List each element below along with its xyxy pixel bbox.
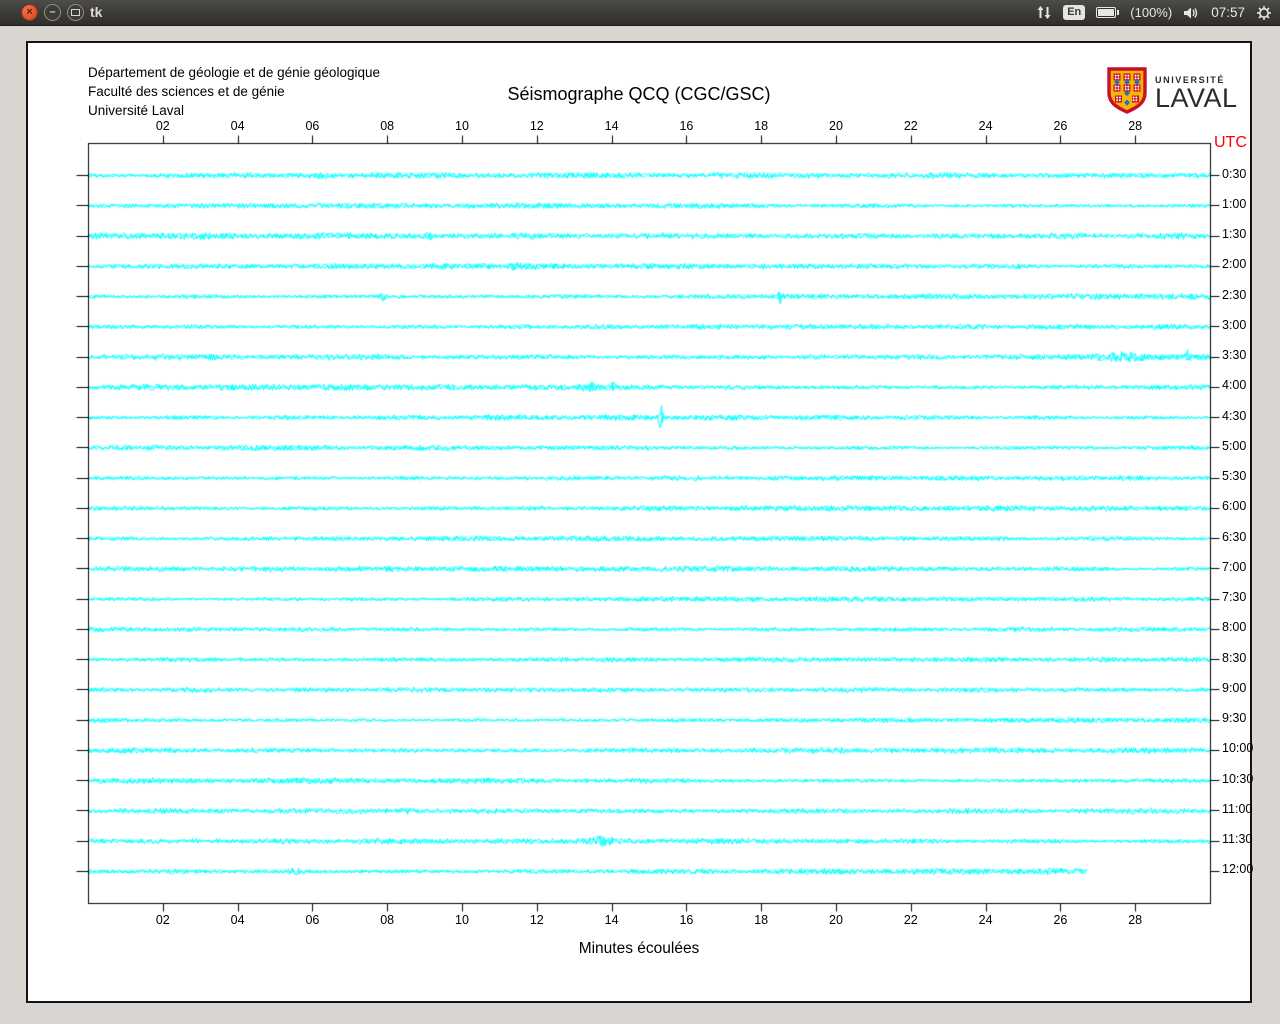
utc-row-label-4:00: 4:00	[1222, 378, 1246, 392]
universite-laval-logo: UNIVERSITÉ LAVAL	[1106, 67, 1238, 119]
window-title: tk	[90, 4, 102, 20]
x-tick-label-top-24: 24	[979, 119, 993, 133]
desktop: { "desktop": { "panel": { "title": "tk",…	[0, 0, 1280, 1024]
laval-shield-icon	[1106, 67, 1148, 119]
network-updown-icon[interactable]	[1036, 5, 1052, 20]
utc-row-label-6:00: 6:00	[1222, 499, 1246, 513]
volume-icon[interactable]	[1183, 6, 1200, 20]
x-tick-label-bottom-04: 04	[231, 913, 245, 927]
x-tick-label-bottom-22: 22	[904, 913, 918, 927]
x-tick-label-bottom-06: 06	[305, 913, 319, 927]
seismograph-window: Département de géologie et de génie géol…	[28, 43, 1250, 1001]
utc-row-label-2:00: 2:00	[1222, 257, 1246, 271]
x-tick-label-bottom-10: 10	[455, 913, 469, 927]
window-minimize-button[interactable]: –	[44, 4, 61, 21]
utc-row-label-7:00: 7:00	[1222, 560, 1246, 574]
window-maximize-button[interactable]	[67, 4, 84, 21]
session-gear-icon[interactable]	[1256, 5, 1272, 21]
plot-title: Séismographe QCQ (CGC/GSC)	[28, 84, 1250, 105]
utc-row-label-3:00: 3:00	[1222, 318, 1246, 332]
x-tick-label-bottom-20: 20	[829, 913, 843, 927]
laval-logo-text: UNIVERSITÉ LAVAL	[1155, 75, 1238, 111]
x-tick-label-bottom-28: 28	[1128, 913, 1142, 927]
system-tray: En (100%) 07:57	[1036, 0, 1272, 25]
x-axis-title: Minutes écoulées	[28, 940, 1250, 958]
utc-row-label-1:00: 1:00	[1222, 197, 1246, 211]
utc-row-label-0:30: 0:30	[1222, 167, 1246, 181]
x-tick-label-bottom-24: 24	[979, 913, 993, 927]
x-tick-label-top-12: 12	[530, 119, 544, 133]
utc-row-label-8:30: 8:30	[1222, 651, 1246, 665]
utc-row-label-9:30: 9:30	[1222, 711, 1246, 725]
x-tick-label-top-26: 26	[1053, 119, 1067, 133]
x-tick-label-bottom-18: 18	[754, 913, 768, 927]
clock-label[interactable]: 07:57	[1211, 5, 1245, 20]
x-tick-label-top-08: 08	[380, 119, 394, 133]
logo-laval-label: LAVAL	[1155, 85, 1238, 111]
x-tick-label-bottom-14: 14	[605, 913, 619, 927]
x-tick-label-bottom-02: 02	[156, 913, 170, 927]
x-tick-label-top-20: 20	[829, 119, 843, 133]
org-line-1: Département de géologie et de génie géol…	[88, 63, 380, 82]
x-tick-label-top-06: 06	[305, 119, 319, 133]
top-panel: × – tk En (100%) 07:57	[0, 0, 1280, 26]
utc-row-label-5:30: 5:30	[1222, 469, 1246, 483]
x-tick-label-top-02: 02	[156, 119, 170, 133]
x-tick-label-top-16: 16	[679, 119, 693, 133]
battery-nub	[1117, 10, 1119, 15]
battery-body	[1096, 7, 1116, 18]
utc-row-label-11:30: 11:30	[1222, 832, 1252, 846]
seismogram-canvas	[28, 43, 1250, 1001]
utc-row-label-2:30: 2:30	[1222, 288, 1246, 302]
utc-row-label-4:30: 4:30	[1222, 409, 1246, 423]
x-tick-label-bottom-16: 16	[679, 913, 693, 927]
x-tick-label-bottom-26: 26	[1053, 913, 1067, 927]
battery-icon[interactable]	[1096, 7, 1119, 18]
utc-row-label-9:00: 9:00	[1222, 681, 1246, 695]
window-close-button[interactable]: ×	[21, 4, 38, 21]
keyboard-layout-indicator[interactable]: En	[1063, 5, 1085, 20]
utc-row-label-10:00: 10:00	[1222, 741, 1253, 755]
x-tick-label-bottom-08: 08	[380, 913, 394, 927]
utc-axis-heading: UTC	[1214, 134, 1247, 152]
x-tick-label-bottom-12: 12	[530, 913, 544, 927]
battery-percent-label: (100%)	[1130, 5, 1172, 20]
maximize-icon	[71, 9, 80, 16]
utc-row-label-8:00: 8:00	[1222, 620, 1246, 634]
x-tick-label-top-18: 18	[754, 119, 768, 133]
x-tick-label-top-28: 28	[1128, 119, 1142, 133]
x-tick-label-top-04: 04	[231, 119, 245, 133]
x-tick-label-top-14: 14	[605, 119, 619, 133]
x-tick-label-top-10: 10	[455, 119, 469, 133]
utc-row-label-6:30: 6:30	[1222, 530, 1246, 544]
utc-row-label-7:30: 7:30	[1222, 590, 1246, 604]
utc-row-label-10:30: 10:30	[1222, 772, 1253, 786]
utc-row-label-11:00: 11:00	[1222, 802, 1252, 816]
utc-row-label-3:30: 3:30	[1222, 348, 1246, 362]
utc-row-label-12:00: 12:00	[1222, 862, 1253, 876]
utc-row-label-5:00: 5:00	[1222, 439, 1246, 453]
x-tick-label-top-22: 22	[904, 119, 918, 133]
utc-row-label-1:30: 1:30	[1222, 227, 1246, 241]
